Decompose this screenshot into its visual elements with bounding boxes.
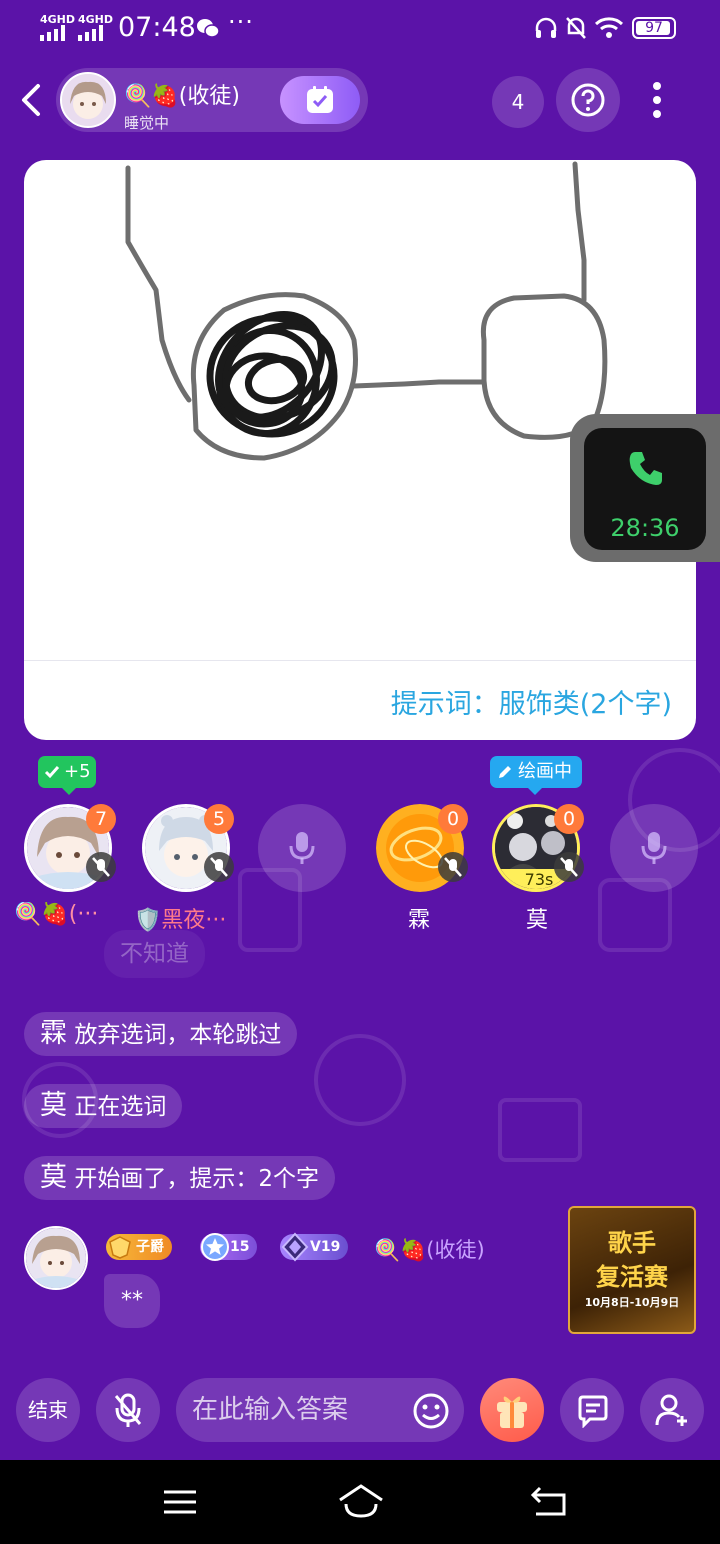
seat-1-name: 🍭🍓(··· (14, 902, 99, 927)
phone-icon (629, 452, 662, 485)
chat-text: 正在选词 (74, 1094, 167, 1120)
gift-icon (497, 1396, 527, 1428)
menu-nav-icon[interactable] (158, 1480, 202, 1524)
chat-text: 放弃选词，本轮跳过 (74, 1022, 282, 1048)
pencil-icon (499, 766, 511, 778)
system-nav-bar (0, 1460, 720, 1544)
message-icon (578, 1395, 608, 1428)
star-icon (201, 1233, 229, 1261)
seat-score: 7 (86, 804, 116, 834)
emoji-icon[interactable] (412, 1392, 450, 1430)
seat-score: 0 (438, 804, 468, 834)
floating-call-widget[interactable]: 28:36 (570, 414, 720, 562)
seat-1[interactable]: 7 (24, 804, 116, 894)
room-info-pill[interactable]: 🍭🍓(收徒) 睡觉中 (56, 68, 368, 132)
vip-badge: V19 (280, 1232, 349, 1262)
crown-shield-icon (109, 1236, 131, 1259)
diamond-icon (281, 1232, 309, 1262)
mic-muted-icon (554, 852, 584, 882)
seat-score: 0 (554, 804, 584, 834)
network-indicator-1: 4GHD (40, 14, 75, 43)
empty-seat[interactable] (258, 804, 346, 892)
wifi-icon (594, 17, 624, 38)
drawing-canvas[interactable] (24, 160, 696, 660)
chat-button[interactable] (560, 1378, 624, 1442)
chat-message: 莫 正在选词 (24, 1084, 183, 1128)
guessed-badge: +5 (38, 756, 96, 795)
call-panel[interactable]: 28:36 (584, 428, 706, 550)
seat-5-name: 莫 (525, 908, 548, 933)
chat-message: 莫 开始画了，提示：2个字 (24, 1156, 335, 1200)
event-title-line2: 复活赛 (596, 1263, 668, 1291)
back-arrow-icon[interactable] (14, 82, 50, 118)
bottom-action-bar: 结束 (0, 1376, 720, 1444)
chat-user-bubble: ** (104, 1274, 160, 1328)
title-badge: 子爵 (106, 1234, 172, 1260)
chat-user-name: 🍭🍓(收徒) (374, 1238, 485, 1262)
drawing-badge: 绘画中 (490, 756, 582, 795)
headphones-icon (535, 17, 557, 38)
chat-user-avatar[interactable] (24, 1226, 88, 1290)
mic-toggle-button[interactable] (96, 1378, 160, 1442)
call-duration: 28:36 (610, 514, 680, 542)
mute-bell-icon (566, 17, 586, 39)
more-menu-icon[interactable] (640, 74, 674, 126)
seat-4-name: 霖 (407, 908, 430, 933)
back-nav-icon[interactable] (528, 1480, 572, 1524)
home-nav-icon[interactable] (336, 1480, 386, 1524)
mic-muted-icon (86, 852, 116, 882)
chat-message-faded: 不知道 (104, 930, 205, 978)
seat-2[interactable]: 5 (142, 804, 234, 894)
mic-off-icon (114, 1393, 142, 1427)
level-badge: 15 (200, 1233, 258, 1261)
chat-sender: 莫 (40, 1090, 67, 1121)
empty-seat[interactable] (610, 804, 698, 892)
add-user-icon (655, 1394, 687, 1426)
invite-user-button[interactable] (640, 1378, 704, 1442)
network-indicator-2: 4GHD (78, 14, 113, 43)
check-icon (44, 766, 60, 779)
help-icon (571, 83, 605, 117)
seat-5[interactable]: 73s 0 (492, 804, 584, 894)
seat-6-empty[interactable] (610, 804, 700, 894)
online-count-button[interactable]: 4 (492, 76, 544, 128)
chat-sender: 霖 (40, 1018, 67, 1049)
microphone-icon (289, 832, 315, 864)
battery-indicator: 97 (632, 17, 676, 39)
seat-3-empty[interactable] (258, 804, 348, 894)
room-name: 🍭🍓(收徒) (124, 84, 240, 109)
event-dates: 10月8日-10月9日 (584, 1296, 680, 1309)
room-header: 🍭🍓(收徒) 睡觉中 4 (0, 60, 720, 140)
more-notifications: ··· (228, 8, 254, 36)
microphone-icon (641, 832, 667, 864)
checkin-button[interactable] (280, 76, 360, 124)
chat-message: 霖 放弃选词，本轮跳过 (24, 1012, 298, 1056)
mic-muted-icon (438, 852, 468, 882)
mic-muted-icon (204, 852, 234, 882)
help-button[interactable] (556, 68, 620, 132)
event-banner[interactable]: 歌手 复活赛 10月8日-10月9日 (568, 1206, 696, 1334)
seat-4[interactable]: 0 (376, 804, 468, 894)
event-title-line1: 歌手 (608, 1229, 656, 1257)
status-bar: 4GHD 4GHD 07:48 ··· 97 (0, 0, 720, 58)
wechat-icon (197, 19, 220, 38)
end-button[interactable]: 结束 (16, 1378, 80, 1442)
seat-score: 5 (204, 804, 234, 834)
hint-text: 提示词：服饰类(2个字) (390, 689, 672, 720)
calendar-check-icon (307, 86, 333, 113)
room-owner-avatar[interactable] (60, 72, 116, 128)
room-status: 睡觉中 (124, 114, 170, 132)
chat-sender: 莫 (40, 1162, 67, 1193)
hint-divider (24, 660, 696, 661)
clock: 07:48 (118, 12, 196, 43)
chat-text: 开始画了，提示：2个字 (74, 1166, 319, 1192)
gift-button[interactable] (480, 1378, 544, 1442)
